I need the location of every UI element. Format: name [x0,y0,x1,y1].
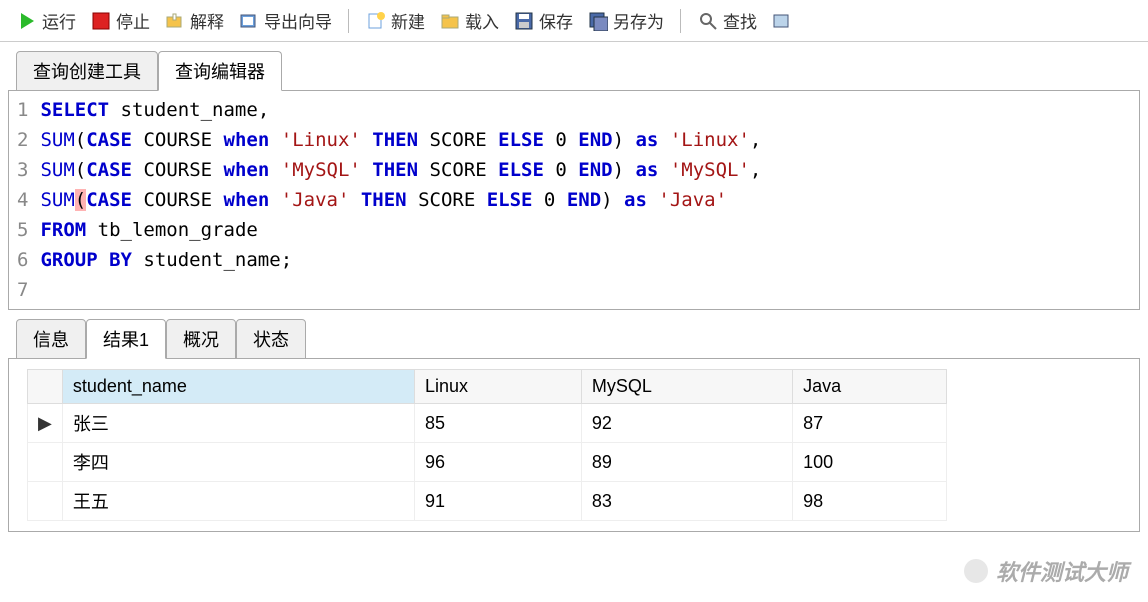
cell[interactable]: 91 [415,482,582,521]
code-line-3[interactable]: SUM(CASE COURSE when 'MySQL' THEN SCORE … [40,155,1139,185]
result-tab-3[interactable]: 状态 [236,319,306,359]
toolbar: 运行 停止 解释 导出向导 新建 载入 保存 [0,0,1148,42]
watermark: 软件测试大师 [964,555,1128,587]
cell[interactable]: 98 [793,482,947,521]
code-line-7[interactable] [40,275,1139,305]
export-wizard-button[interactable]: 导出向导 [232,6,338,35]
cell[interactable]: 张三 [62,404,414,443]
row-indicator: ▶ [28,404,63,443]
editor-tabs: 查询创建工具查询编辑器 [0,42,1148,90]
save-as-label: 另存为 [613,8,664,33]
toolbar-separator [680,9,681,33]
new-button[interactable]: 新建 [359,6,431,35]
save-icon [513,10,535,32]
table-row[interactable]: 王五918398 [28,482,947,521]
new-label: 新建 [391,8,425,33]
cell[interactable]: 85 [415,404,582,443]
sql-code[interactable]: SELECT student_name,SUM(CASE COURSE when… [40,95,1139,305]
more-button[interactable] [765,8,799,34]
cell[interactable]: 87 [793,404,947,443]
run-label: 运行 [42,8,76,33]
result-table[interactable]: student_nameLinuxMySQLJava▶张三859287李四968… [27,369,947,521]
row-indicator [28,482,63,521]
folder-icon [439,10,461,32]
load-button[interactable]: 载入 [433,6,505,35]
cell[interactable]: 83 [581,482,792,521]
tab-1[interactable]: 查询编辑器 [158,51,282,91]
cell[interactable]: 96 [415,443,582,482]
column-header-student_name[interactable]: student_name [62,370,414,404]
row-indicator-header [28,370,63,404]
save-as-button[interactable]: 另存为 [581,6,670,35]
watermark-icon [964,559,988,583]
explain-icon [164,10,186,32]
play-icon [16,10,38,32]
toolbar-separator [348,9,349,33]
result-tabs: 信息结果1概况状态 [0,310,1148,358]
cell[interactable]: 王五 [62,482,414,521]
code-line-4[interactable]: SUM(CASE COURSE when 'Java' THEN SCORE E… [40,185,1139,215]
cell[interactable]: 李四 [62,443,414,482]
table-row[interactable]: ▶张三859287 [28,404,947,443]
cell[interactable]: 100 [793,443,947,482]
find-button[interactable]: 查找 [691,6,763,35]
cell[interactable]: 92 [581,404,792,443]
column-header-Java[interactable]: Java [793,370,947,404]
row-indicator [28,443,63,482]
column-header-MySQL[interactable]: MySQL [581,370,792,404]
find-label: 查找 [723,8,757,33]
code-line-2[interactable]: SUM(CASE COURSE when 'Linux' THEN SCORE … [40,125,1139,155]
column-header-Linux[interactable]: Linux [415,370,582,404]
code-line-5[interactable]: FROM tb_lemon_grade [40,215,1139,245]
tab-0[interactable]: 查询创建工具 [16,51,158,91]
explain-label: 解释 [190,8,224,33]
stop-label: 停止 [116,8,150,33]
line-numbers: 1234567 [9,95,40,305]
new-icon [365,10,387,32]
export-icon [238,10,260,32]
result-tab-0[interactable]: 信息 [16,319,86,359]
export-label: 导出向导 [264,8,332,33]
save-label: 保存 [539,8,573,33]
more-icon [771,10,793,32]
save-as-icon [587,10,609,32]
sql-editor[interactable]: 1234567 SELECT student_name,SUM(CASE COU… [8,90,1140,310]
result-grid: student_nameLinuxMySQLJava▶张三859287李四968… [8,358,1140,532]
table-row[interactable]: 李四9689100 [28,443,947,482]
code-line-6[interactable]: GROUP BY student_name; [40,245,1139,275]
cell[interactable]: 89 [581,443,792,482]
load-label: 载入 [465,8,499,33]
explain-button[interactable]: 解释 [158,6,230,35]
stop-icon [90,10,112,32]
watermark-text: 软件测试大师 [996,555,1128,587]
code-line-1[interactable]: SELECT student_name, [40,95,1139,125]
result-tab-1[interactable]: 结果1 [86,319,166,359]
save-button[interactable]: 保存 [507,6,579,35]
result-tab-2[interactable]: 概况 [166,319,236,359]
search-icon [697,10,719,32]
stop-button[interactable]: 停止 [84,6,156,35]
run-button[interactable]: 运行 [10,6,82,35]
